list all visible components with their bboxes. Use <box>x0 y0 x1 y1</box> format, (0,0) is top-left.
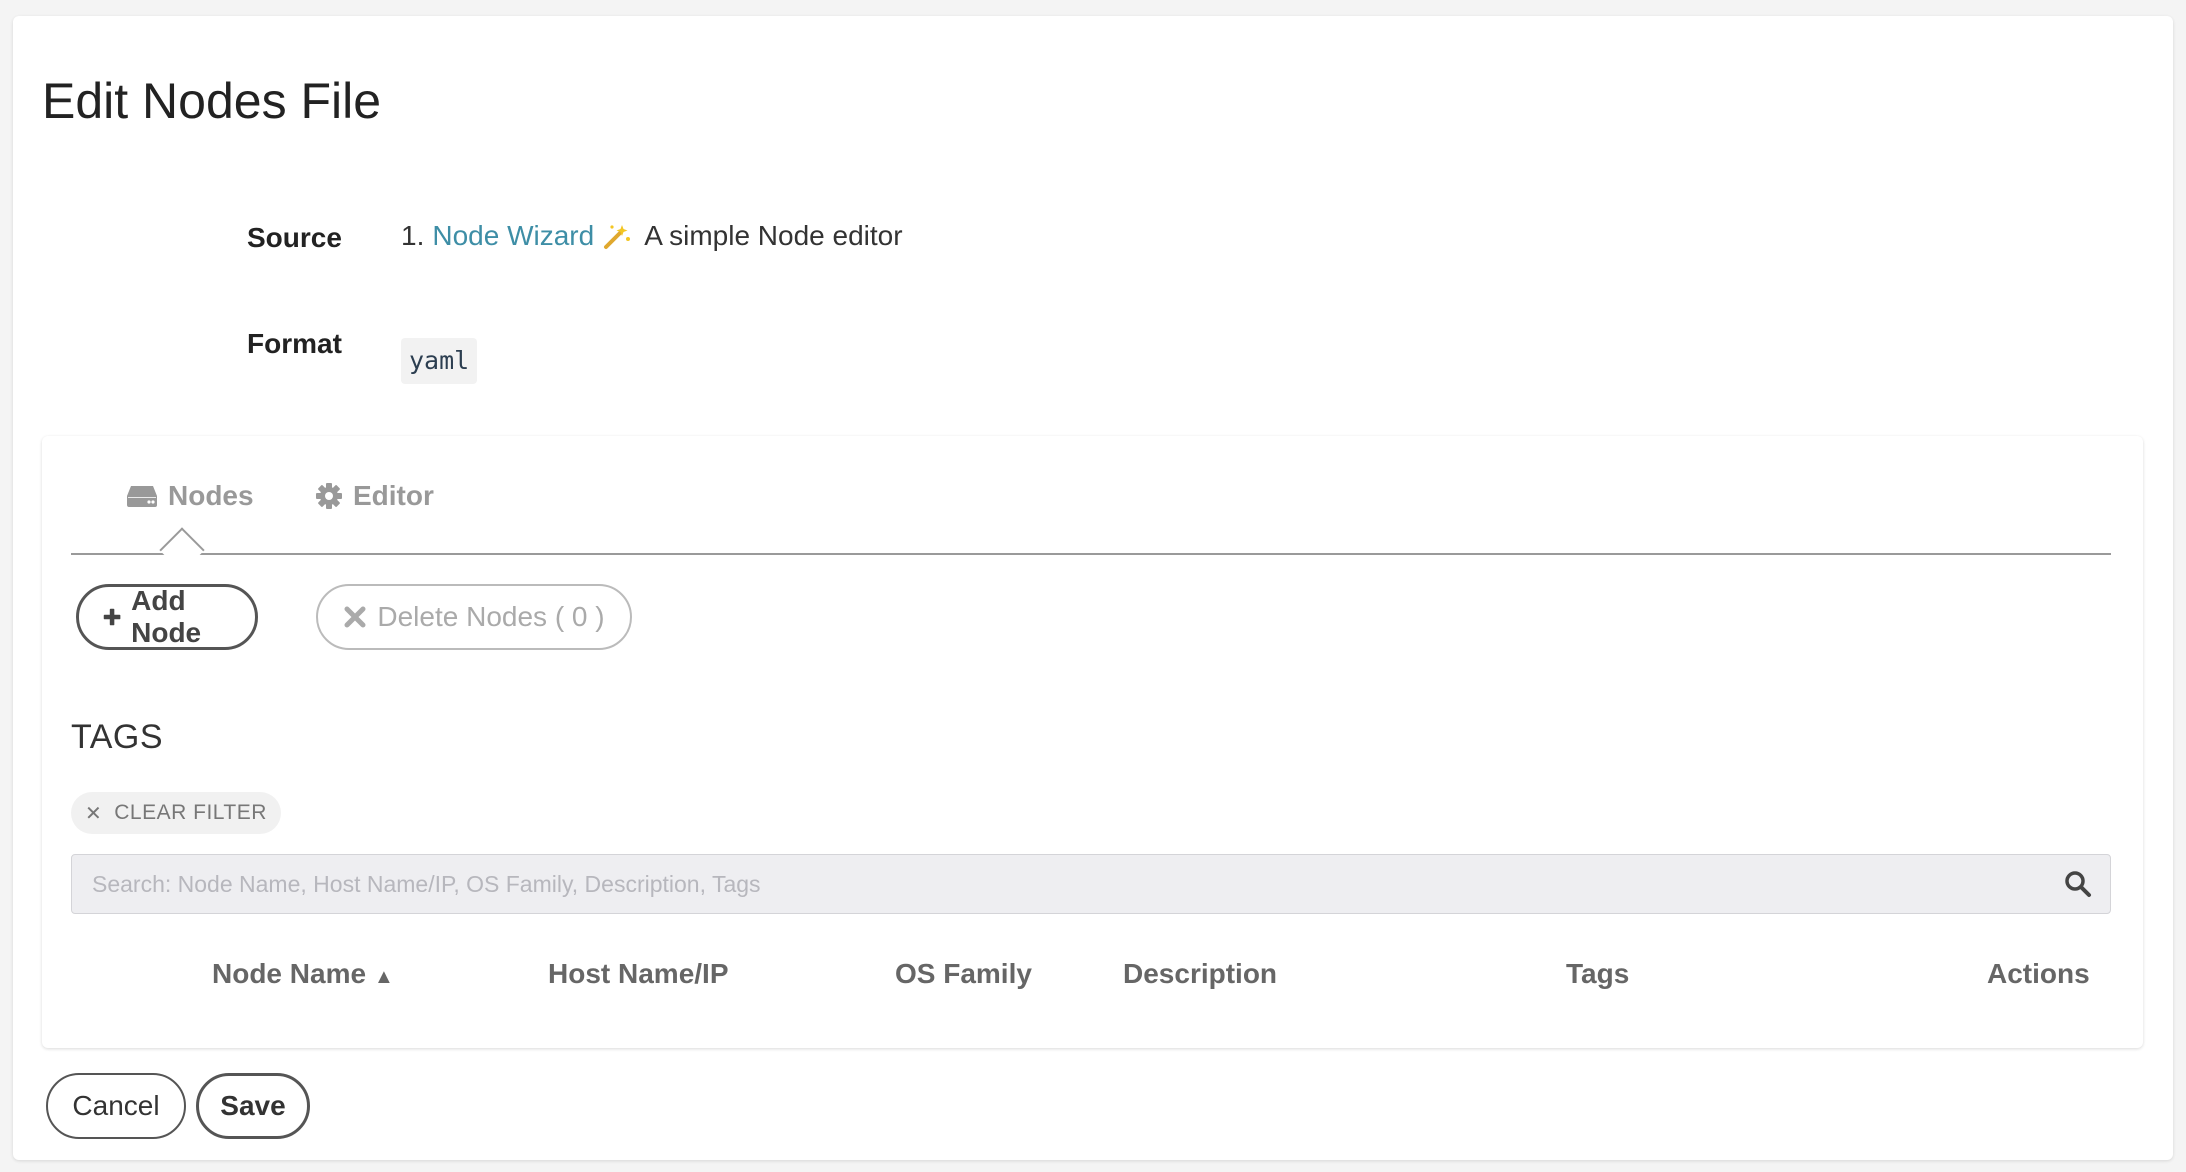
source-description: A simple Node editor <box>644 220 903 251</box>
active-tab-indicator <box>159 527 205 573</box>
tab-bar: Nodes Editor <box>71 436 2111 573</box>
format-value: yaml <box>401 338 478 384</box>
nodes-panel: Nodes Editor Add Node Delete Nodes (0)… <box>42 436 2143 1048</box>
add-node-button[interactable]: Add Node <box>76 584 258 650</box>
search-box <box>71 854 2111 914</box>
tab-nodes[interactable]: Nodes <box>126 480 254 512</box>
tags-heading: TAGS <box>71 718 164 756</box>
column-header-actions: Actions <box>1987 958 2090 989</box>
server-icon <box>127 486 157 507</box>
search-input[interactable] <box>72 855 2032 913</box>
tab-editor-label: Editor <box>353 480 434 511</box>
plus-icon <box>103 608 121 626</box>
clear-filter-button[interactable]: ✕ CLEAR FILTER <box>71 792 281 834</box>
node-wizard-link[interactable]: Node Wizard <box>432 220 594 252</box>
column-header-node-name[interactable]: Node Name ▲ <box>212 958 394 990</box>
source-value: 1. Node Wizard A simple Node editor <box>401 220 903 252</box>
column-header-node-name-label: Node Name <box>212 958 367 989</box>
search-icon[interactable] <box>2064 870 2092 898</box>
format-label: Format <box>247 328 342 359</box>
close-icon <box>344 606 366 628</box>
tab-nodes-label: Nodes <box>168 480 254 511</box>
column-header-os-family: OS Family <box>895 958 1032 989</box>
page-card: Edit Nodes File Source 1. Node Wizard A … <box>13 16 2173 1160</box>
column-header-tags: Tags <box>1566 958 1630 989</box>
delete-nodes-label: Delete Nodes ( 0 ) <box>377 601 605 632</box>
source-label: Source <box>247 222 342 253</box>
magic-wand-icon <box>602 221 632 251</box>
page-title: Edit Nodes File <box>42 73 382 129</box>
clear-filter-label: CLEAR FILTER <box>114 801 267 824</box>
delete-nodes-button[interactable]: Delete Nodes ( 0 ) <box>316 584 632 650</box>
column-header-description: Description <box>1123 958 1278 989</box>
close-icon: ✕ <box>85 802 103 825</box>
tab-editor[interactable]: Editor <box>315 480 434 512</box>
add-node-label: Add Node <box>131 585 202 648</box>
cancel-button[interactable]: Cancel <box>46 1073 186 1139</box>
source-number: 1. <box>401 220 425 251</box>
column-header-host-name: Host Name/IP <box>548 958 729 989</box>
sort-ascending-icon: ▲ <box>374 966 394 988</box>
save-button[interactable]: Save <box>196 1073 310 1139</box>
gear-icon <box>316 483 342 509</box>
